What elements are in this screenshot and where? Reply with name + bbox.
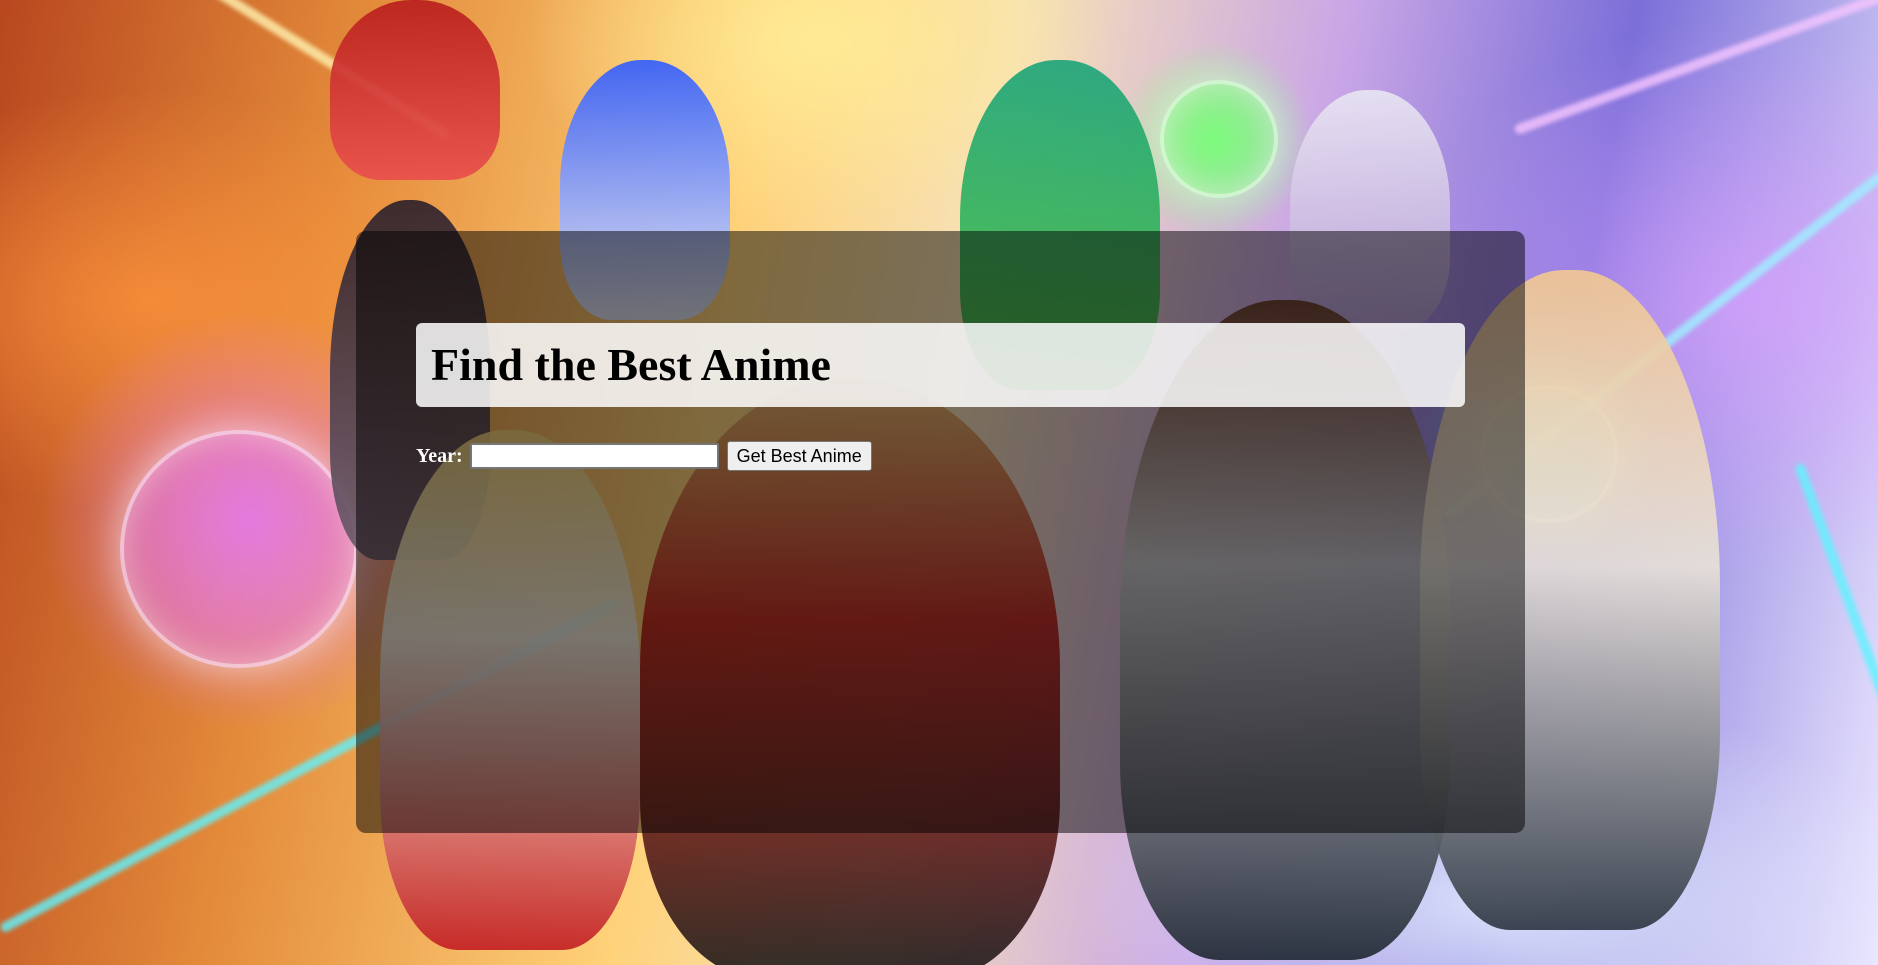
light-streak [1513, 0, 1878, 136]
light-streak [1793, 462, 1878, 748]
magic-circle [1160, 80, 1278, 198]
get-best-anime-button[interactable]: Get Best Anime [726, 441, 872, 471]
page-title: Find the Best Anime [431, 339, 831, 390]
title-box: Find the Best Anime [416, 323, 1465, 407]
year-form: Year: Get Best Anime [416, 440, 872, 472]
character-figure [330, 0, 500, 180]
content-panel [356, 231, 1525, 833]
magic-circle [120, 430, 358, 668]
year-input[interactable] [469, 443, 719, 469]
year-label: Year: [416, 444, 463, 467]
